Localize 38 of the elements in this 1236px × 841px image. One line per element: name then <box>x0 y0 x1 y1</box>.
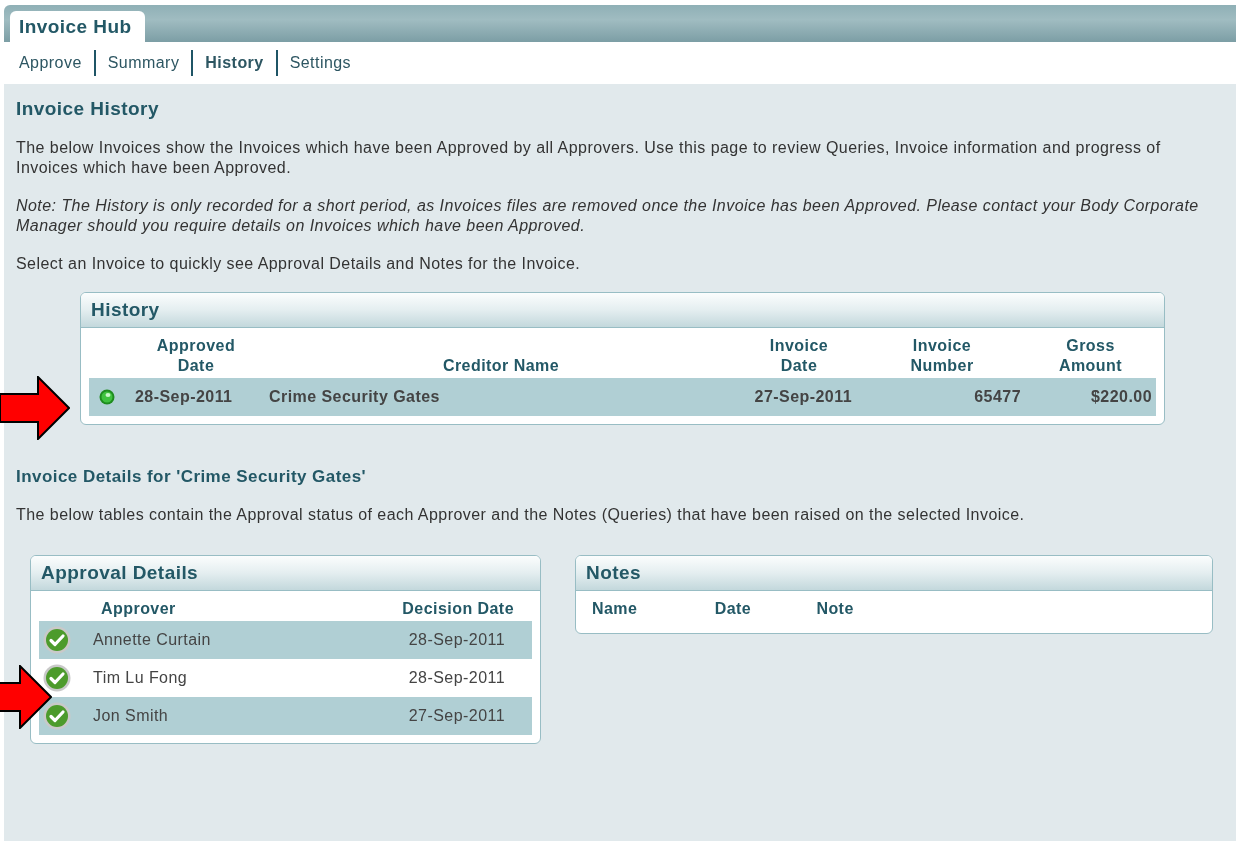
column-header: Name <box>591 599 639 619</box>
table-cell: 65477 <box>859 378 1025 416</box>
column-header: Invoice Date <box>769 336 829 376</box>
table-cell: 27-Sep-2011 <box>739 378 859 416</box>
table-cell: Crime Security Gates <box>263 378 739 416</box>
note-text: Note: The History is only recorded for a short period, as Invoices files are removed once the Invoice has been Approved. Please contact your Body Corporate Manager should you require details on Invoices which have been Approved. <box>16 196 1200 236</box>
decision-date: 28-Sep-2011 <box>408 631 505 649</box>
approver-name: Jon Smith <box>93 707 170 725</box>
pointer-arrow-icon <box>0 665 52 729</box>
nav-link[interactable]: History <box>205 50 278 76</box>
column-header: Invoice Number <box>910 336 974 376</box>
column-header: Note <box>815 599 855 619</box>
panel-title: Approval Details <box>41 562 199 584</box>
panel-title: Notes <box>586 562 642 584</box>
pointer-arrow-icon <box>0 376 70 440</box>
nav-link[interactable]: Summary <box>107 50 194 76</box>
approver-name: Tim Lu Fong <box>93 669 189 687</box>
decision-date: 27-Sep-2011 <box>408 707 505 725</box>
page-title: Invoice History <box>16 98 160 120</box>
column-header: Decision Date <box>402 599 514 619</box>
details-text: The below tables contain the Approval status of each Approver and the Notes (Queries) that have been raised on the selected Invoice. <box>16 505 1026 525</box>
panel-title: History <box>91 299 160 321</box>
column-header: Approved Date <box>156 336 236 376</box>
nav-link[interactable]: Settings <box>289 50 364 76</box>
column-header: Date <box>713 599 753 619</box>
column-header: Gross Amount <box>1058 336 1123 376</box>
table-cell: $220.00 <box>1025 378 1156 416</box>
approver-name: Annette Curtain <box>93 631 212 649</box>
column-header: Approver <box>101 599 176 619</box>
section-title: Invoice Details for 'Crime Security Gates' <box>16 467 368 487</box>
intro-text: The below Invoices show the Invoices which have been Approved by all Approvers. Use this page to review Queries, Invoice information and progress of Invoices which have been Approved. <box>16 138 1162 178</box>
status-dot-icon <box>99 389 115 405</box>
hint-text: Select an Invoice to quickly see Approval Details and Notes for the Invoice. <box>16 254 582 274</box>
column-header: Creditor Name <box>442 356 560 376</box>
app-tab[interactable]: Invoice Hub <box>10 11 145 42</box>
table-cell: 28-Sep-2011 <box>129 378 263 416</box>
nav-link[interactable]: Approve <box>19 50 96 76</box>
decision-date: 28-Sep-2011 <box>408 669 505 687</box>
